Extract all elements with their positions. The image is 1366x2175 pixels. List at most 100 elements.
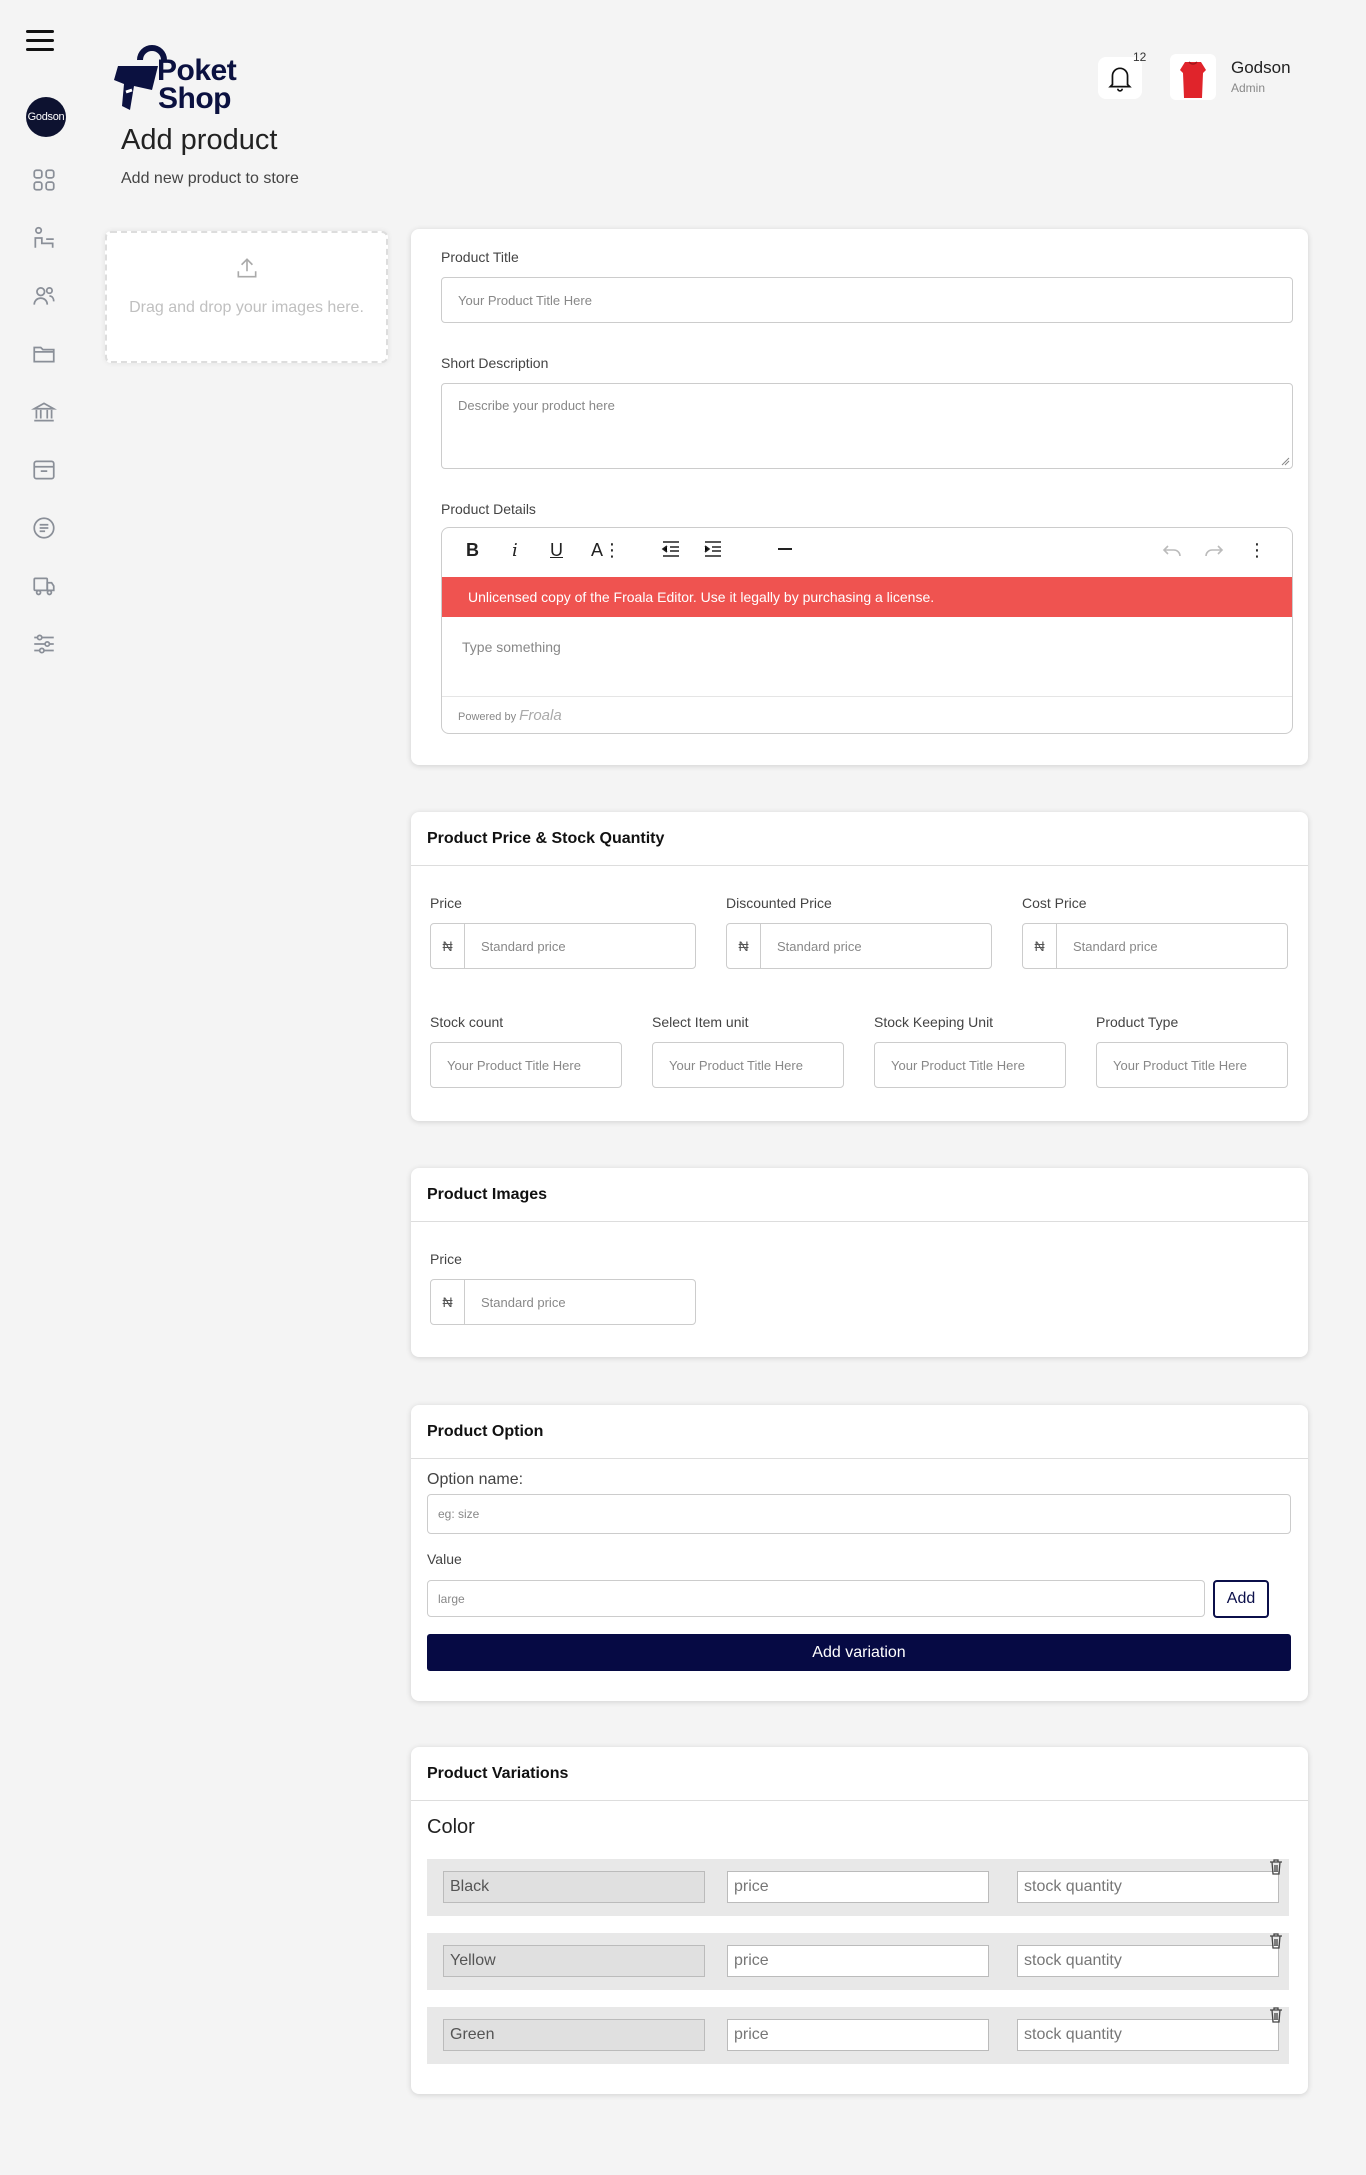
indent-icon[interactable] — [703, 540, 723, 563]
short-description-textarea[interactable]: Describe your product here — [441, 383, 1293, 469]
image-dropzone[interactable]: Drag and drop your images here. — [105, 231, 388, 363]
user-role: Admin — [1231, 81, 1266, 95]
product-title-label: Product Title — [441, 249, 519, 265]
variation-name-field: Black — [443, 1871, 705, 1903]
undo-icon[interactable] — [1162, 540, 1182, 563]
product-variations-card: Product Variations Color Black price sto… — [411, 1747, 1308, 2094]
font-size-icon[interactable]: A⋮ — [591, 540, 621, 561]
product-images-card: Product Images Price ₦ Standard price — [411, 1168, 1308, 1357]
customers-desk-icon[interactable] — [28, 222, 60, 254]
brand-logo: Poket Shop — [112, 40, 267, 119]
upload-icon — [107, 255, 386, 286]
variation-stock-input[interactable]: stock quantity — [1017, 2019, 1279, 2051]
users-icon[interactable] — [28, 280, 60, 312]
dropzone-text: Drag and drop your images here. — [129, 299, 364, 316]
editor-powered-text: Powered by — [458, 711, 517, 723]
images-price-input[interactable]: ₦ Standard price — [430, 1279, 696, 1325]
page-title: Add product — [121, 124, 278, 156]
outdent-icon[interactable] — [661, 540, 681, 563]
folder-icon[interactable] — [28, 338, 60, 370]
variation-stock-input[interactable]: stock quantity — [1017, 1945, 1279, 1977]
option-name-label: Option name: — [427, 1471, 524, 1488]
editor-brand[interactable]: Froala — [519, 707, 562, 724]
product-option-card: Product Option Option name: eg: size Val… — [411, 1405, 1308, 1701]
price-input[interactable]: ₦ Standard price — [430, 923, 696, 969]
messages-icon[interactable] — [28, 512, 60, 544]
product-images-heading: Product Images — [411, 1168, 1308, 1222]
naira-icon: ₦ — [431, 1280, 465, 1324]
stock-count-input[interactable]: Your Product Title Here — [430, 1042, 622, 1088]
user-name[interactable]: Godson — [1231, 58, 1291, 78]
option-value-input[interactable]: large — [427, 1580, 1205, 1617]
variation-row: Black price stock quantity — [427, 1859, 1289, 1916]
sidebar-avatar[interactable]: Godson — [26, 97, 66, 137]
images-price-label: Price — [430, 1251, 462, 1267]
redo-icon[interactable] — [1204, 540, 1224, 563]
sku-label: Stock Keeping Unit — [874, 1014, 994, 1030]
variation-row: Yellow price stock quantity — [427, 1933, 1289, 1990]
price-stock-heading: Product Price & Stock Quantity — [411, 812, 1308, 866]
more-options-icon[interactable]: ⋮ — [1248, 540, 1266, 561]
delete-icon[interactable] — [1269, 1859, 1283, 1875]
bell-icon — [1108, 67, 1132, 92]
delete-icon[interactable] — [1269, 2007, 1283, 2023]
product-option-heading: Product Option — [411, 1405, 1308, 1459]
product-type-label: Product Type — [1096, 1014, 1179, 1030]
underline-icon[interactable]: U — [550, 540, 563, 561]
discounted-price-label: Discounted Price — [726, 895, 832, 911]
option-name-input[interactable]: eg: size — [427, 1494, 1291, 1534]
horizontal-line-icon[interactable] — [776, 540, 794, 563]
editor-footer: Powered by Froala — [442, 697, 1292, 733]
variation-name-field: Green — [443, 2019, 705, 2051]
rich-text-editor: B i U A⋮ ⋮ Unlicensed copy of the Froala… — [441, 527, 1293, 734]
italic-icon[interactable]: i — [512, 540, 518, 561]
editor-license-warning: Unlicensed copy of the Froala Editor. Us… — [442, 577, 1292, 617]
cost-price-input[interactable]: ₦ Standard price — [1022, 923, 1288, 969]
product-variations-heading: Product Variations — [411, 1747, 1308, 1801]
discounted-price-input[interactable]: ₦ Standard price — [726, 923, 992, 969]
variation-name-field: Yellow — [443, 1945, 705, 1977]
notification-count: 12 — [1133, 50, 1147, 64]
delete-icon[interactable] — [1269, 1933, 1283, 1949]
bank-icon[interactable] — [28, 396, 60, 428]
price-label: Price — [430, 895, 462, 911]
variation-price-input[interactable]: price — [727, 1945, 989, 1977]
delivery-truck-icon[interactable] — [28, 570, 60, 602]
cost-price-label: Cost Price — [1022, 895, 1087, 911]
dashboard-icon[interactable] — [28, 164, 60, 196]
naira-icon: ₦ — [727, 924, 761, 968]
editor-toolbar: B i U A⋮ ⋮ — [442, 528, 1292, 577]
variation-price-input[interactable]: price — [727, 1871, 989, 1903]
archive-icon[interactable] — [28, 454, 60, 486]
variation-price-input[interactable]: price — [727, 2019, 989, 2051]
logo-line2: Shop — [158, 82, 232, 115]
product-basic-card: Product Title Your Product Title Here Sh… — [411, 229, 1308, 765]
product-title-input[interactable]: Your Product Title Here — [441, 277, 1293, 323]
sku-input[interactable]: Your Product Title Here — [874, 1042, 1066, 1088]
short-description-label: Short Description — [441, 355, 549, 371]
variation-group-title: Color — [427, 1816, 475, 1838]
resize-handle-icon[interactable] — [1280, 456, 1290, 466]
item-unit-label: Select Item unit — [652, 1014, 749, 1030]
user-avatar[interactable] — [1170, 54, 1216, 100]
stock-count-label: Stock count — [430, 1014, 504, 1030]
option-value-label: Value — [427, 1551, 462, 1567]
add-value-button[interactable]: Add — [1213, 1580, 1269, 1618]
naira-icon: ₦ — [1023, 924, 1057, 968]
cost-price-placeholder: Standard price — [1073, 938, 1158, 954]
naira-icon: ₦ — [431, 924, 465, 968]
bold-icon[interactable]: B — [466, 540, 479, 561]
variation-stock-input[interactable]: stock quantity — [1017, 1871, 1279, 1903]
short-description-placeholder: Describe your product here — [458, 398, 615, 413]
product-type-input[interactable]: Your Product Title Here — [1096, 1042, 1288, 1088]
item-unit-input[interactable]: Your Product Title Here — [652, 1042, 844, 1088]
editor-content-area[interactable]: Type something — [442, 617, 1292, 697]
variation-row: Green price stock quantity — [427, 2007, 1289, 2064]
discounted-price-placeholder: Standard price — [777, 938, 862, 954]
price-stock-card: Product Price & Stock Quantity Price ₦ St… — [411, 812, 1308, 1121]
add-variation-button[interactable]: Add variation — [427, 1634, 1291, 1671]
product-details-label: Product Details — [441, 501, 536, 517]
menu-toggle-icon[interactable] — [26, 30, 54, 54]
page-subtitle: Add new product to store — [121, 170, 299, 187]
settings-sliders-icon[interactable] — [28, 628, 60, 660]
